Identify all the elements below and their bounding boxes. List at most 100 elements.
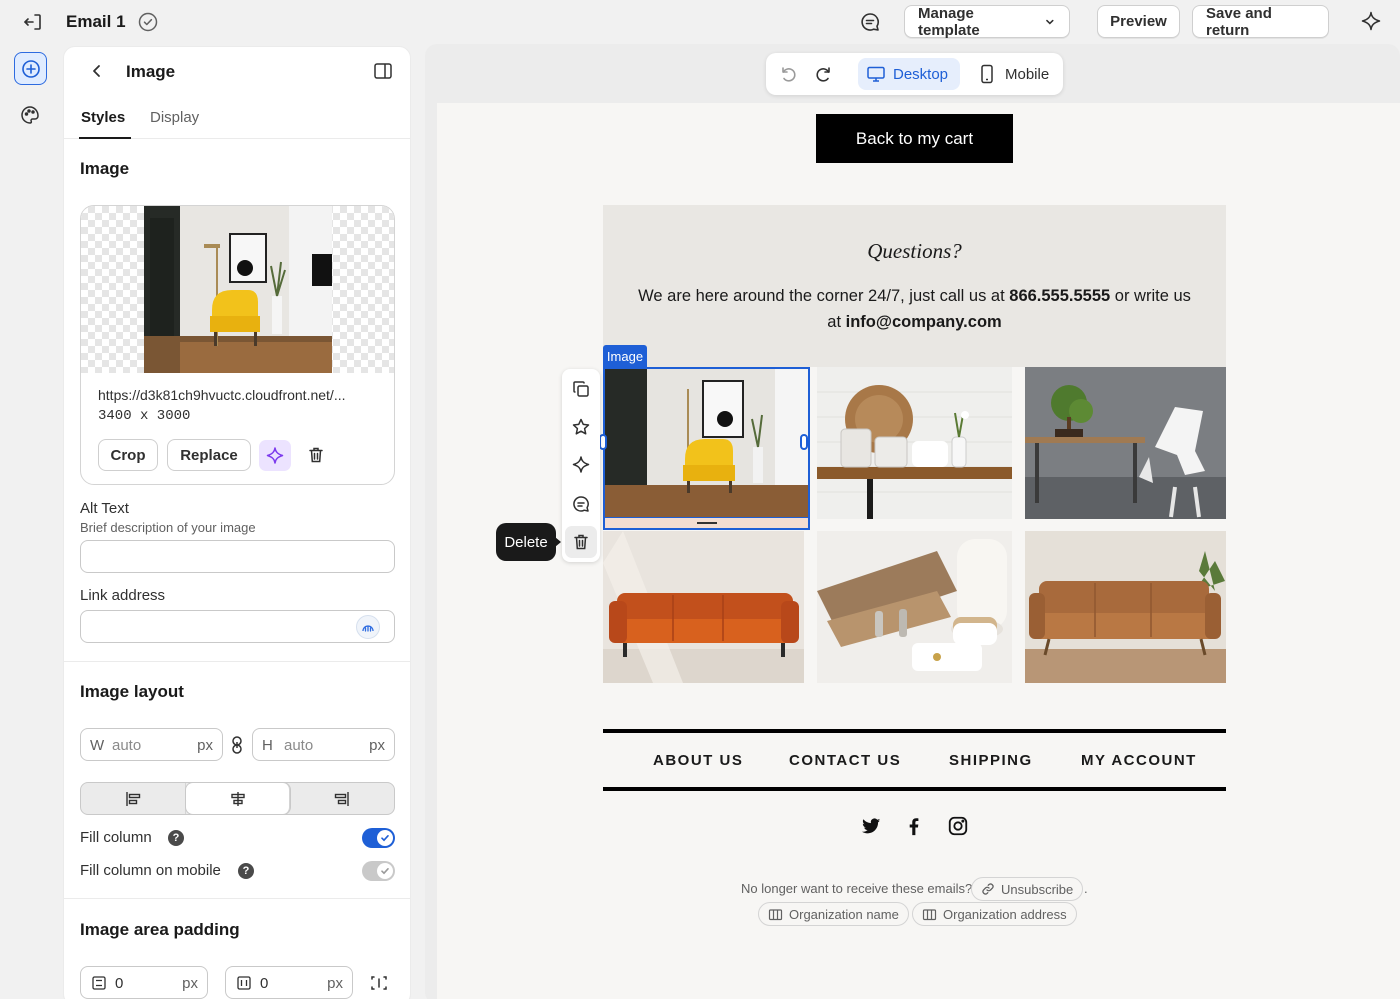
exit-icon[interactable] bbox=[22, 11, 44, 33]
chevron-down-icon bbox=[1046, 19, 1054, 25]
horizontal-padding-value: 0 bbox=[260, 975, 269, 992]
replace-button[interactable]: Replace bbox=[167, 439, 251, 471]
email-title[interactable]: Email 1 bbox=[66, 12, 126, 32]
grid-image-orange-leather-sofa[interactable] bbox=[603, 531, 804, 683]
back-to-cart-button[interactable]: Back to my cart bbox=[816, 114, 1013, 163]
section-divider bbox=[64, 661, 410, 662]
manage-template-label: Manage template bbox=[918, 4, 980, 39]
add-block-button[interactable] bbox=[14, 52, 47, 85]
selected-image-outline[interactable] bbox=[603, 367, 810, 530]
organization-name-tag[interactable]: Organization name bbox=[758, 902, 909, 926]
image-area-padding-title: Image area padding bbox=[80, 920, 240, 939]
vertical-padding-value: 0 bbox=[115, 975, 124, 992]
building-icon bbox=[768, 909, 783, 921]
image-preview-thumbnail[interactable] bbox=[144, 206, 332, 373]
image-layout-title: Image layout bbox=[80, 682, 184, 701]
width-input[interactable]: W auto px bbox=[80, 728, 223, 761]
contact-email: info@company.com bbox=[845, 313, 1002, 331]
mobile-view-button[interactable]: Mobile bbox=[978, 58, 1058, 90]
organization-name-label: Organization name bbox=[789, 906, 899, 922]
star-icon[interactable] bbox=[571, 417, 591, 437]
width-label: W bbox=[90, 737, 105, 754]
canvas-toolbar: Desktop Mobile bbox=[766, 53, 1063, 95]
desktop-view-button[interactable]: Desktop bbox=[858, 58, 960, 90]
help-icon[interactable]: ? bbox=[168, 830, 184, 846]
height-label: H bbox=[262, 737, 273, 754]
organization-address-tag[interactable]: Organization address bbox=[912, 902, 1077, 926]
comment-icon[interactable] bbox=[571, 494, 591, 514]
ai-sparkle-icon[interactable] bbox=[1360, 10, 1382, 32]
nav-my-account[interactable]: MY ACCOUNT bbox=[1081, 752, 1197, 769]
link-address-label: Link address bbox=[80, 587, 166, 604]
image-settings-panel: Image Styles Display Image https://d3k81… bbox=[63, 46, 411, 999]
panel-tabs: Styles Display bbox=[64, 99, 410, 139]
grid-image-kitchen-shelf[interactable] bbox=[817, 367, 1012, 519]
instagram-icon[interactable] bbox=[947, 815, 969, 837]
tab-display[interactable]: Display bbox=[150, 109, 199, 126]
align-left-button[interactable] bbox=[81, 783, 186, 814]
vertical-padding-unit: px bbox=[182, 975, 198, 992]
fill-column-mobile-label: Fill column on mobile bbox=[80, 862, 221, 879]
footer-period: . bbox=[1084, 881, 1088, 896]
nav-bottom-rule bbox=[603, 787, 1226, 791]
fill-column-toggle[interactable] bbox=[362, 828, 395, 848]
grid-image-bonsai-dining-table[interactable] bbox=[1025, 367, 1226, 519]
nav-shipping[interactable]: SHIPPING bbox=[949, 752, 1033, 769]
individual-padding-icon[interactable] bbox=[369, 973, 389, 993]
vertical-padding-input[interactable]: 0 px bbox=[80, 966, 208, 999]
image-preview-card: https://d3k81ch9hvuctc.cloudfront.net/..… bbox=[80, 205, 395, 485]
horizontal-padding-input[interactable]: 0 px bbox=[225, 966, 353, 999]
width-value: auto bbox=[112, 737, 142, 754]
resize-handle-left[interactable] bbox=[599, 434, 607, 450]
palette-icon[interactable] bbox=[19, 104, 41, 126]
link-address-input[interactable] bbox=[80, 610, 395, 643]
back-chevron-icon[interactable] bbox=[88, 62, 106, 80]
ai-generate-button[interactable] bbox=[259, 440, 291, 471]
height-input[interactable]: H auto px bbox=[252, 728, 395, 761]
manage-template-button[interactable]: Manage template bbox=[904, 4, 1070, 39]
nav-contact-us[interactable]: CONTACT US bbox=[789, 752, 901, 769]
tab-styles[interactable]: Styles bbox=[81, 109, 125, 126]
active-tab-indicator bbox=[79, 137, 131, 139]
grid-image-wooden-boards-ceramics[interactable] bbox=[817, 531, 1012, 683]
save-and-return-button[interactable]: Save and return bbox=[1192, 5, 1329, 39]
undo-icon[interactable] bbox=[778, 64, 798, 84]
ai-sparkle-icon[interactable] bbox=[571, 455, 591, 475]
nav-about-us[interactable]: ABOUT US bbox=[653, 752, 743, 769]
organization-address-label: Organization address bbox=[943, 906, 1067, 922]
help-icon[interactable]: ? bbox=[238, 863, 254, 879]
preview-button[interactable]: Preview bbox=[1097, 5, 1180, 38]
mobile-icon bbox=[981, 64, 993, 84]
redo-icon[interactable] bbox=[814, 64, 834, 84]
crop-button[interactable]: Crop bbox=[98, 439, 158, 471]
unsubscribe-link[interactable]: Unsubscribe bbox=[971, 877, 1084, 901]
delete-image-icon[interactable] bbox=[306, 445, 326, 465]
delete-tooltip: Delete bbox=[496, 523, 561, 561]
resize-handle-bottom[interactable] bbox=[605, 517, 808, 528]
toggle-knob bbox=[377, 830, 393, 846]
twitter-icon[interactable] bbox=[860, 815, 882, 837]
unsubscribe-label: Unsubscribe bbox=[1001, 881, 1074, 897]
image-preview-background bbox=[81, 206, 394, 373]
mobile-label: Mobile bbox=[1005, 65, 1050, 83]
selected-block-label: Image bbox=[603, 345, 647, 367]
fill-column-mobile-toggle[interactable] bbox=[362, 861, 395, 881]
phone-number: 866.555.5555 bbox=[1009, 287, 1111, 305]
trash-icon[interactable] bbox=[571, 532, 591, 552]
plus-circle-icon bbox=[21, 59, 40, 78]
top-bar: Email 1 Manage template Preview Save and… bbox=[0, 0, 1400, 44]
lock-ratio-link-icon[interactable] bbox=[229, 735, 245, 755]
align-right-button[interactable] bbox=[290, 783, 394, 814]
grid-image-tan-leather-sofa[interactable] bbox=[1025, 531, 1226, 683]
questions-block[interactable]: Questions? We are here around the corner… bbox=[603, 205, 1226, 367]
align-center-button[interactable] bbox=[185, 783, 291, 814]
alt-text-label: Alt Text bbox=[80, 500, 129, 517]
collapse-panel-icon[interactable] bbox=[372, 60, 394, 82]
comment-icon[interactable] bbox=[858, 10, 882, 34]
width-unit: px bbox=[197, 737, 213, 754]
dynamic-data-icon[interactable] bbox=[356, 615, 380, 639]
facebook-icon[interactable] bbox=[903, 815, 925, 837]
duplicate-icon[interactable] bbox=[571, 379, 591, 399]
alt-text-input[interactable] bbox=[80, 540, 395, 573]
resize-handle-right[interactable] bbox=[800, 434, 808, 450]
